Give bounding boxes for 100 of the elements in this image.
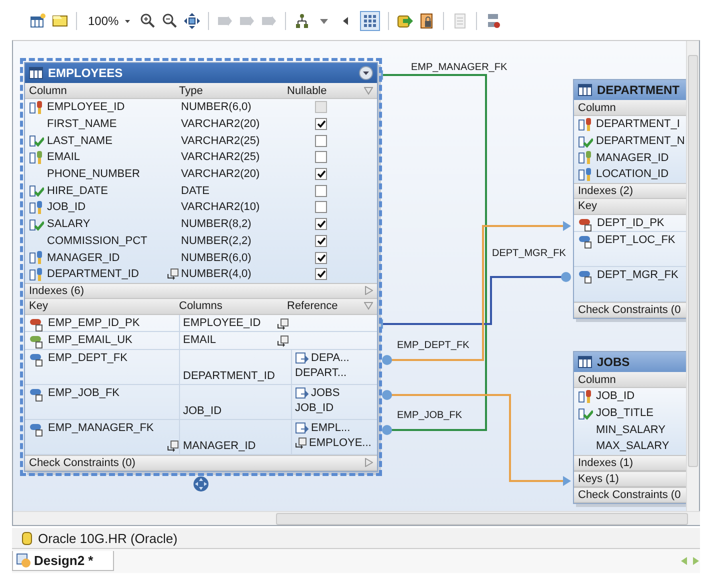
column-header[interactable]: Reference: [287, 300, 364, 312]
key-name: EMP_EMP_ID_PK: [48, 316, 140, 329]
nullable-checkbox[interactable]: [315, 218, 327, 230]
column-name: MIN_SALARY: [596, 424, 666, 436]
column-type: NUMBER(4,0): [180, 268, 252, 280]
column-type: VARCHAR2(20): [180, 118, 261, 130]
reference-column: DEPART...: [295, 366, 347, 379]
fit-to-window-icon[interactable]: [184, 13, 200, 29]
column-name: MANAGER_ID: [47, 252, 120, 264]
column-name: JOB_TITLE: [596, 407, 654, 420]
column-name: FIRST_NAME: [47, 118, 117, 130]
nullable-checkbox[interactable]: [315, 134, 327, 147]
reference-table-icon: [295, 352, 309, 364]
caret-icon: [124, 18, 131, 24]
section-bar[interactable]: Indexes (2): [574, 182, 688, 199]
column-header[interactable]: Column: [29, 84, 179, 96]
nullable-checkbox[interactable]: [315, 268, 327, 280]
nullable-checkbox[interactable]: [315, 184, 327, 197]
connector-label: EMP_MANAGER_FK: [411, 62, 508, 73]
column-key-icon: [578, 150, 593, 166]
table-icon: [29, 67, 43, 79]
connector-label: EMP_JOB_FK: [397, 410, 462, 421]
column-name: DEPARTMENT_ID: [47, 268, 139, 280]
expand-icon[interactable]: [365, 458, 373, 468]
new-table-icon[interactable]: [30, 13, 46, 29]
table-header[interactable]: DEPARTMENT: [574, 80, 688, 100]
reference-table: JOBS: [311, 386, 340, 399]
reference-column: EMPLOYE...: [309, 436, 372, 449]
column-header[interactable]: Columns: [179, 300, 287, 312]
design-tab[interactable]: Design2 *: [12, 551, 114, 571]
section-bar[interactable]: Indexes (6): [25, 282, 377, 299]
nullable-checkbox[interactable]: [315, 252, 327, 264]
column-type: NUMBER(2,2): [180, 234, 252, 247]
key-icon: [29, 422, 44, 437]
move-handle-icon[interactable]: [193, 476, 209, 492]
column-required-icon: [29, 133, 44, 148]
grid-toggle-button[interactable]: [360, 11, 380, 31]
column-key-icon: [578, 116, 593, 132]
table-name: DEPARTMENT: [597, 83, 680, 97]
column-type: NUMBER(6,0): [180, 252, 252, 264]
section-bar[interactable]: Check Constraints (0: [574, 302, 688, 318]
column-type: VARCHAR2(20): [180, 168, 261, 180]
table-card[interactable]: DEPARTMENT Column DEPARTMENT_I DEPARTMENT_N MANAGER_ID LOCATION_ID Indexes (2) Key DEPT_ID_PK DEPT_LOC_FK DEPT_MGR_FK Check Constraints (0: [573, 79, 688, 320]
zoom-dropdown[interactable]: 100%: [85, 14, 134, 28]
column-required-icon: [578, 406, 593, 421]
key-name: EMP_JOB_FK: [48, 386, 120, 399]
grid-icon: [362, 14, 377, 28]
section-title: Indexes (1): [578, 456, 634, 469]
zoom-in-icon[interactable]: [140, 13, 156, 29]
column-name: DEPARTMENT_I: [596, 118, 680, 130]
nullable-checkbox[interactable]: [315, 151, 327, 164]
column-key-icon: [29, 200, 44, 215]
section-title: Indexes (6): [29, 284, 84, 297]
key-icon: [578, 216, 593, 232]
column-name: MANAGER_ID: [596, 152, 669, 164]
table-name: JOBS: [597, 355, 631, 369]
section-bar[interactable]: Check Constraints (0: [574, 486, 688, 503]
collapse-icon[interactable]: [359, 66, 373, 80]
reference-table-icon: [295, 386, 309, 399]
column-key-icon: [29, 150, 44, 165]
column-key-icon: [578, 166, 593, 182]
checkmark-icon: [316, 120, 326, 128]
nullable-checkbox[interactable]: [315, 234, 327, 247]
key-name: DEPT_LOC_FK: [597, 234, 676, 246]
section-title: Indexes (2): [578, 184, 634, 197]
reference-table: EMPL...: [311, 422, 350, 434]
table-header[interactable]: JOBS: [574, 352, 688, 372]
reference-column: JOB_ID: [295, 402, 334, 414]
section-bar[interactable]: Keys (1): [574, 470, 688, 487]
export-icon[interactable]: [396, 13, 413, 29]
column-required-icon: [29, 183, 44, 198]
hierarchy-icon[interactable]: [294, 13, 310, 29]
table-header[interactable]: EMPLOYEES: [25, 63, 377, 83]
section-title: Check Constraints (0: [578, 304, 681, 316]
section-bar[interactable]: Check Constraints (0): [25, 454, 377, 471]
column-header[interactable]: Type: [179, 84, 287, 96]
key-name: EMP_DEPT_FK: [48, 352, 128, 364]
column-type: NUMBER(8,2): [180, 218, 252, 230]
column-type: VARCHAR2(25): [180, 134, 261, 147]
nullable-checkbox[interactable]: [315, 168, 327, 180]
column-name: EMPLOYEE_ID: [47, 101, 125, 114]
expand-icon[interactable]: [365, 286, 373, 296]
column-key-icon: [29, 266, 44, 282]
table-card[interactable]: JOBS Column JOB_ID JOB_TITLE MIN_SALARY MAX_SALARY Indexes (1) Keys (1) Check Constraints (0: [573, 351, 688, 504]
reference-table: DEPA...: [311, 352, 350, 364]
column-name: LOCATION_ID: [596, 168, 669, 180]
column-name: HIRE_DATE: [47, 184, 108, 197]
section-bar[interactable]: Indexes (1): [574, 454, 688, 471]
horizontal-scrollbar[interactable]: [13, 511, 700, 525]
column-header[interactable]: Key: [29, 300, 179, 312]
checkmark-icon: [316, 170, 326, 178]
nullable-checkbox[interactable]: [315, 118, 327, 130]
vertical-scrollbar[interactable]: [686, 41, 699, 512]
column-name: COMMISSION_PCT: [47, 234, 148, 247]
column-header[interactable]: Nullable: [287, 84, 364, 96]
zoom-out-icon[interactable]: [162, 13, 178, 29]
nullable-checkbox[interactable]: [315, 201, 327, 214]
connection-label: Oracle 10G.HR (Oracle): [38, 530, 178, 546]
locked-document-icon[interactable]: [418, 13, 435, 29]
key-column: EMAIL: [183, 334, 216, 346]
